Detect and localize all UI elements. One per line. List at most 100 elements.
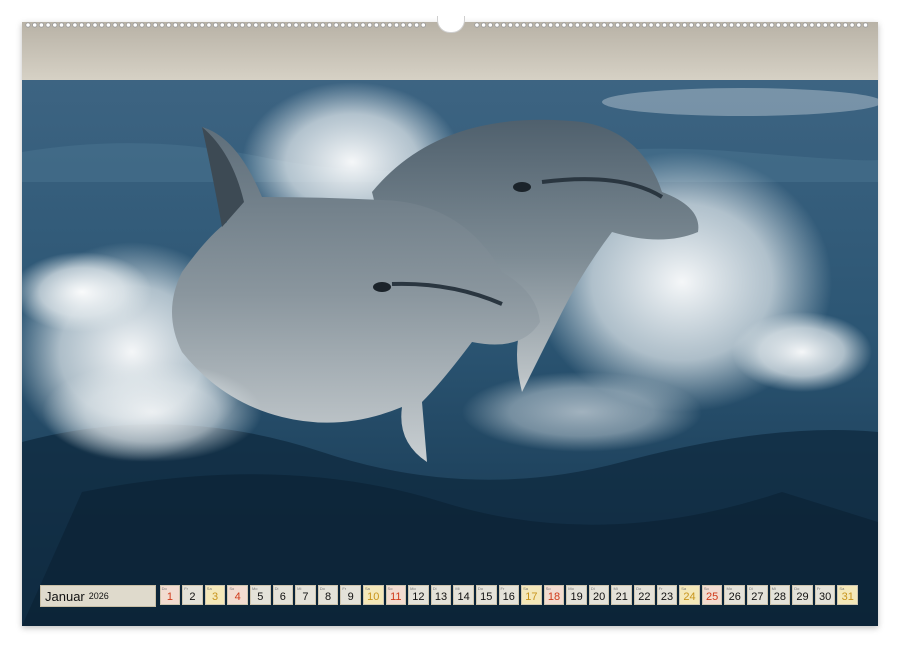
day-cell: Mo19 <box>566 585 587 605</box>
binding-loop <box>341 23 345 27</box>
day-number: 14 <box>457 591 469 603</box>
binding-loop <box>187 23 191 27</box>
binding-loop <box>676 23 680 27</box>
day-cell: Mi21 <box>611 585 632 605</box>
weekday-label: So <box>546 586 551 591</box>
binding-loop <box>790 23 794 27</box>
binding-loop <box>649 23 653 27</box>
binding-loop <box>200 23 204 27</box>
binding-loop <box>837 23 841 27</box>
weekday-label: Sa <box>207 586 212 591</box>
binding-loop <box>723 23 727 27</box>
weekday-label: Do <box>794 586 799 591</box>
binding-loop <box>381 23 385 27</box>
day-number: 21 <box>616 591 628 603</box>
binding-loop <box>629 23 633 27</box>
weekday-label: Mi <box>455 586 459 591</box>
binding-loop <box>247 23 251 27</box>
binding-loop <box>796 23 800 27</box>
day-cell: Fr9 <box>340 585 361 605</box>
binding-loop <box>595 23 599 27</box>
binding-loop <box>749 23 753 27</box>
binding-loop <box>830 23 834 27</box>
binding-loop <box>589 23 593 27</box>
weekday-label: Fr <box>184 586 188 591</box>
binding-loop <box>401 23 405 27</box>
weekday-label: Mo <box>568 586 574 591</box>
day-cell: Mi7 <box>295 585 316 605</box>
binding-loop <box>602 23 606 27</box>
day-number: 9 <box>348 591 354 603</box>
binding-loop <box>180 23 184 27</box>
weekday-label: Fr <box>659 586 663 591</box>
binding-loop <box>227 23 231 27</box>
day-cell: Mi28 <box>770 585 791 605</box>
binding-loop <box>481 23 485 27</box>
day-number: 5 <box>257 591 263 603</box>
binding-loop <box>46 23 50 27</box>
binding-loop <box>863 23 867 27</box>
binding-loop <box>327 23 331 27</box>
day-cell: Di13 <box>431 585 452 605</box>
binding-loop <box>39 23 43 27</box>
dolphin-photo <box>22 22 878 626</box>
binding-loop <box>193 23 197 27</box>
binding-loop <box>736 23 740 27</box>
binding-loop <box>280 23 284 27</box>
binding-loop <box>59 23 63 27</box>
binding-loop <box>542 23 546 27</box>
binding-loop <box>857 23 861 27</box>
weekday-label: Di <box>275 586 279 591</box>
day-number: 13 <box>435 591 447 603</box>
binding-loop <box>120 23 124 27</box>
binding-loop <box>770 23 774 27</box>
weekday-label: So <box>388 586 393 591</box>
binding-loop <box>287 23 291 27</box>
binding-loop <box>160 23 164 27</box>
binding-loop <box>475 23 479 27</box>
weekday-label: Do <box>636 586 641 591</box>
day-cell: Fr16 <box>499 585 520 605</box>
binding-loop <box>763 23 767 27</box>
binding-loop <box>260 23 264 27</box>
binding-loop <box>555 23 559 27</box>
day-cell: Do15 <box>476 585 497 605</box>
binding-loop <box>321 23 325 27</box>
binding-loop <box>133 23 137 27</box>
month-name: Januar <box>45 589 85 604</box>
binding-loop <box>783 23 787 27</box>
binding-loop <box>414 23 418 27</box>
day-number: 23 <box>661 591 673 603</box>
day-number: 27 <box>751 591 763 603</box>
weekday-label: Mi <box>297 586 301 591</box>
binding-loop <box>843 23 847 27</box>
day-number: 15 <box>480 591 492 603</box>
binding-loop <box>86 23 90 27</box>
day-number: 7 <box>302 591 308 603</box>
day-number: 2 <box>189 591 195 603</box>
binding-loop <box>669 23 673 27</box>
binding-loop <box>696 23 700 27</box>
day-cell: So18 <box>544 585 565 605</box>
binding-loop <box>642 23 646 27</box>
binding-loop <box>33 23 37 27</box>
dolphins-icon <box>22 22 878 626</box>
binding-loop <box>73 23 77 27</box>
weekday-label: Sa <box>681 586 686 591</box>
binding-loop <box>515 23 519 27</box>
binding-loop <box>656 23 660 27</box>
binding-loop <box>307 23 311 27</box>
days-row: Do1Fr2Sa3So4Mo5Di6Mi7Do8Fr9Sa10So11Mo12D… <box>160 585 858 607</box>
binding-loop <box>743 23 747 27</box>
binding-loop <box>146 23 150 27</box>
binding-loop <box>502 23 506 27</box>
weekday-label: So <box>704 586 709 591</box>
weekday-label: Sa <box>523 586 528 591</box>
day-cell: Mo12 <box>408 585 429 605</box>
binding-loop <box>522 23 526 27</box>
day-number: 29 <box>796 591 808 603</box>
binding-loop <box>374 23 378 27</box>
weekday-label: Mi <box>772 586 776 591</box>
day-cell: Sa24 <box>679 585 700 605</box>
binding-loop <box>394 23 398 27</box>
